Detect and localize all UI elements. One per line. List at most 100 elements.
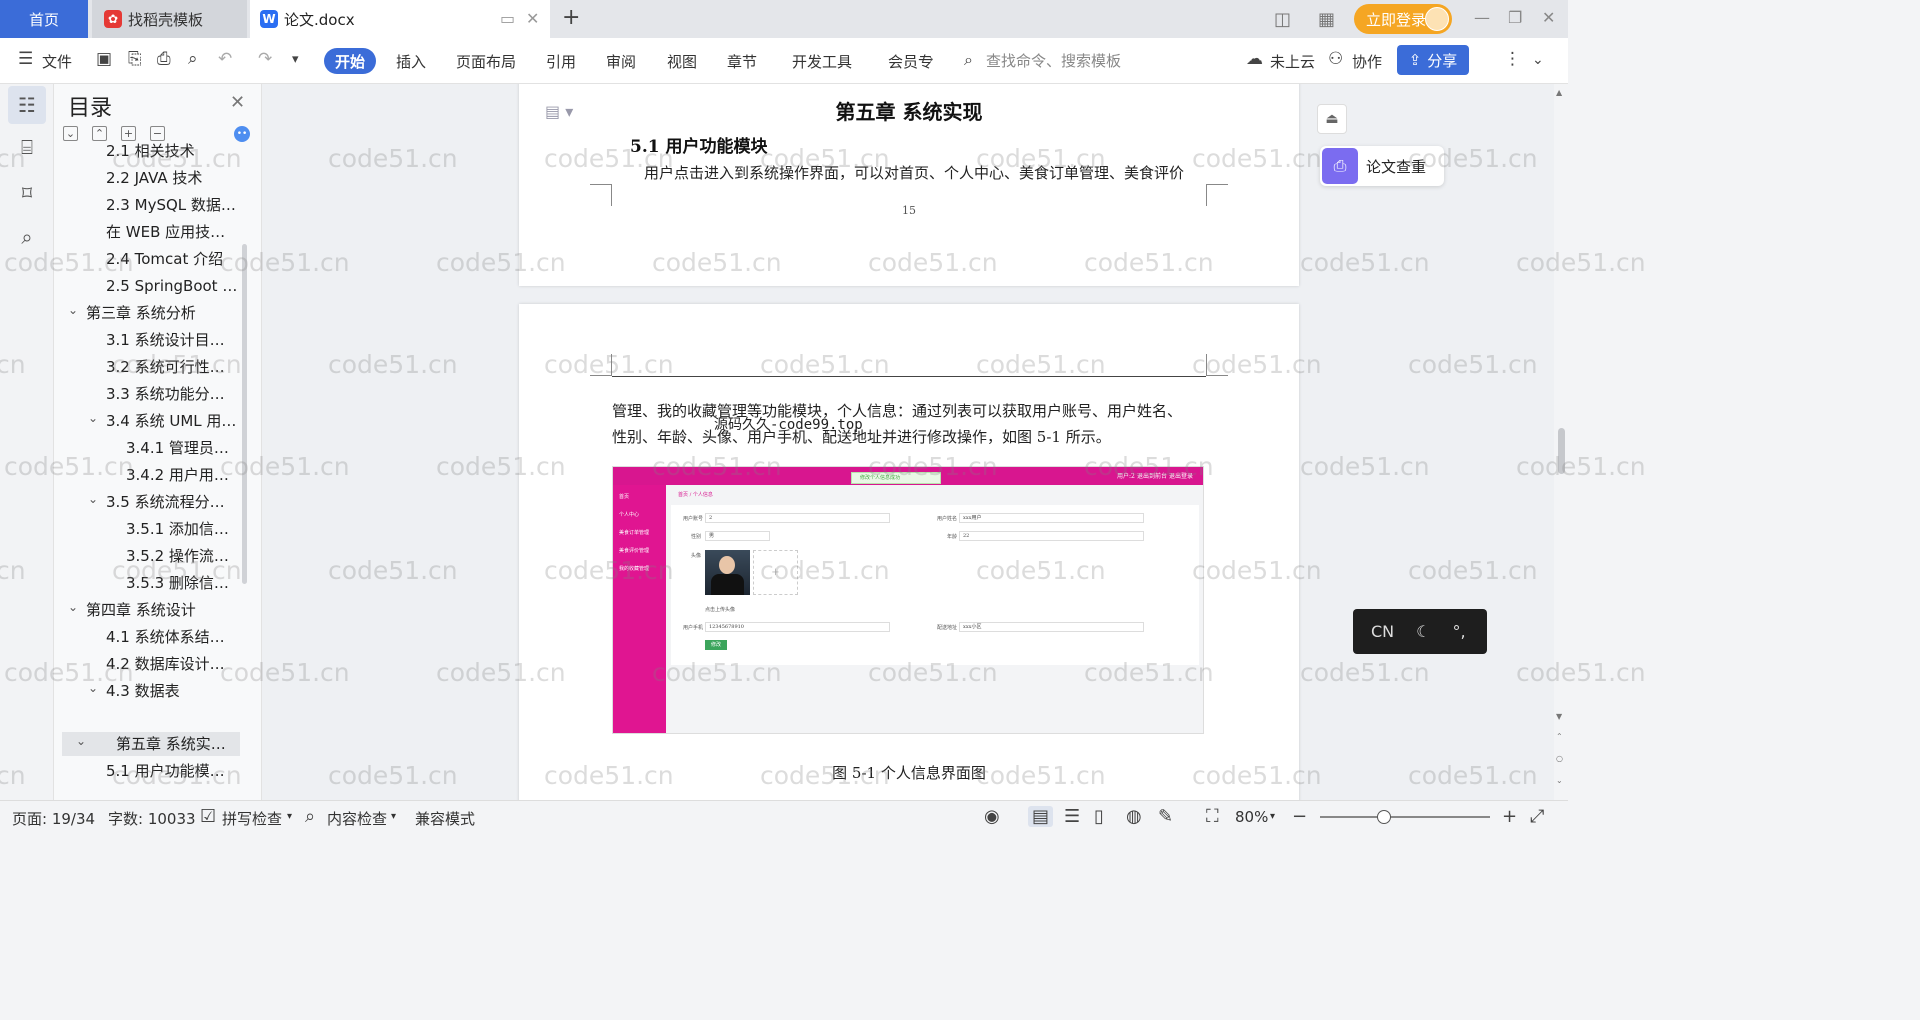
tab-member[interactable]: 会员专: [888, 51, 933, 72]
moon-icon[interactable]: ☾: [1416, 622, 1430, 641]
tab-layout[interactable]: 页面布局: [456, 51, 516, 72]
toc-item[interactable]: 2.2 JAVA 技术: [54, 166, 240, 190]
eye-protect-icon[interactable]: ◉: [984, 806, 1000, 827]
compat-mode[interactable]: 兼容模式: [415, 808, 475, 829]
vertical-scrollbar[interactable]: ▲ ▼ ⌃ ○ ⌄: [1554, 84, 1568, 800]
page-view-icon[interactable]: ▤: [1028, 806, 1054, 827]
read-view-icon[interactable]: ▯: [1094, 806, 1104, 827]
chevron-down-icon[interactable]: ▾: [1270, 811, 1275, 822]
monitor-icon[interactable]: ▭: [500, 9, 515, 28]
toc-item[interactable]: ⌄ 3.5 系统流程分…: [54, 490, 240, 514]
find-icon[interactable]: ⌕: [8, 218, 46, 256]
toc-item[interactable]: 3.4.2 用户用…: [54, 463, 240, 487]
zoom-out-icon[interactable]: −: [1292, 806, 1307, 827]
share-button[interactable]: ⇪ 分享: [1397, 45, 1469, 75]
export-icon[interactable]: ⎘: [128, 49, 142, 69]
tab-insert[interactable]: 插入: [396, 51, 426, 72]
chevron-down-icon[interactable]: ▾: [292, 52, 299, 67]
nav-pane-icon[interactable]: ⌸: [8, 128, 46, 166]
select-browse-icon[interactable]: ○: [1556, 754, 1563, 763]
toc-item[interactable]: 4.1 系统体系结…: [54, 625, 240, 649]
command-search-input[interactable]: 查找命令、搜索模板: [986, 50, 1121, 71]
collab-button[interactable]: 协作: [1352, 51, 1382, 72]
tab-home[interactable]: 首页: [0, 0, 88, 38]
file-menu[interactable]: 文件: [42, 51, 72, 72]
chevron-down-icon[interactable]: ⌄: [76, 729, 88, 753]
save-icon[interactable]: ▣: [96, 49, 112, 69]
toc-item[interactable]: 3.4.1 管理员…: [54, 436, 240, 460]
toc-item[interactable]: ⌄ 4.3 数据表: [54, 679, 240, 703]
plagiarism-check-button[interactable]: ⎙ 论文查重: [1320, 146, 1444, 186]
toc-item[interactable]: 3.3 系统功能分…: [54, 382, 240, 406]
ime-toolbar[interactable]: CN ☾ °,: [1353, 609, 1487, 654]
chevron-down-icon[interactable]: ⌄: [88, 676, 100, 700]
toc-item[interactable]: 3.2 系统可行性…: [54, 355, 240, 379]
toc-item[interactable]: 2.1 相关技术: [54, 139, 240, 163]
next-page-icon[interactable]: ⌄: [1556, 776, 1563, 785]
close-window-icon[interactable]: ✕: [1542, 8, 1555, 27]
tab-references[interactable]: 引用: [546, 51, 576, 72]
redo-icon[interactable]: ↷: [258, 49, 272, 69]
tab-close-icon[interactable]: ✕: [526, 9, 539, 28]
tab-chapter[interactable]: 章节: [727, 51, 757, 72]
scroll-down-icon[interactable]: ▼: [1556, 712, 1562, 721]
chevron-down-icon[interactable]: ▾: [391, 811, 396, 822]
collapse-ribbon-icon[interactable]: ⌄: [1532, 52, 1544, 68]
toc-scrollbar[interactable]: [242, 244, 247, 584]
zoom-slider-knob[interactable]: [1377, 810, 1391, 824]
toc-item[interactable]: ⌄ 第五章 系统实…: [62, 732, 240, 756]
restore-icon[interactable]: ❐: [1508, 8, 1522, 27]
scroll-thumb[interactable]: [1558, 428, 1565, 474]
pen-icon[interactable]: ✎: [1158, 806, 1173, 827]
word-count[interactable]: 字数: 10033: [108, 808, 196, 829]
toc-item[interactable]: 3.5.2 操作流…: [54, 544, 240, 568]
ime-lang[interactable]: CN: [1371, 622, 1394, 641]
punctuation-icon[interactable]: °,: [1452, 622, 1465, 641]
toc-item[interactable]: 5.1 用户功能模…: [54, 759, 240, 783]
print-icon[interactable]: ⎙: [157, 49, 171, 69]
outline-view-icon[interactable]: ☰: [1064, 806, 1080, 827]
chevron-down-icon[interactable]: ⌄: [88, 406, 100, 430]
prev-page-icon[interactable]: ⌃: [1556, 732, 1563, 741]
tab-start[interactable]: 开始: [324, 48, 376, 74]
chevron-down-icon[interactable]: ⌄: [68, 298, 80, 322]
layout-icon[interactable]: ◫: [1274, 9, 1291, 30]
new-tab-icon[interactable]: +: [562, 5, 580, 30]
more-icon[interactable]: ⋮: [1504, 49, 1521, 69]
cloud-status[interactable]: 未上云: [1270, 51, 1315, 72]
grid-icon[interactable]: ▦: [1318, 9, 1335, 30]
undo-icon[interactable]: ↶: [218, 49, 232, 69]
toc-icon[interactable]: ☷: [8, 86, 46, 124]
chevron-down-icon[interactable]: ⌄: [88, 487, 100, 511]
zoom-in-icon[interactable]: +: [1502, 806, 1517, 827]
fullscreen-icon[interactable]: ⤢: [1530, 806, 1544, 827]
toc-item[interactable]: 3.5.3 删除信…: [54, 571, 240, 595]
scroll-top-icon[interactable]: ▲: [1556, 88, 1562, 97]
tab-template[interactable]: ✿ 找稻壳模板: [92, 0, 247, 38]
web-view-icon[interactable]: ◍: [1126, 806, 1142, 827]
toc-item[interactable]: 3.5.1 添加信…: [54, 517, 240, 541]
embedded-screenshot[interactable]: 用户:2 退出到前台 退出登录 修改个人信息成功 首页 个人中心 美食订单管理 …: [612, 466, 1204, 734]
toc-item[interactable]: ⌄ 3.4 系统 UML 用…: [54, 409, 240, 433]
toc-item[interactable]: ⌄ 第四章 系统设计: [54, 598, 240, 622]
toc-item[interactable]: 2.3 MySQL 数据…: [54, 193, 240, 217]
menu-icon[interactable]: ☰: [18, 49, 33, 69]
minimize-icon[interactable]: —: [1474, 8, 1490, 27]
chevron-right-icon[interactable]: ›: [929, 52, 934, 66]
spellcheck-button[interactable]: 拼写检查: [222, 808, 282, 829]
toc-item[interactable]: 在 WEB 应用技…: [54, 220, 240, 244]
chevron-down-icon[interactable]: ⌄: [68, 595, 80, 619]
page-indicator[interactable]: 页面: 19/34: [12, 808, 95, 829]
fit-page-icon[interactable]: ⛶: [1206, 806, 1219, 827]
collapse-panel-icon[interactable]: ⏏: [1317, 104, 1347, 134]
tab-developer[interactable]: 开发工具: [792, 51, 852, 72]
toc-close-icon[interactable]: ✕: [230, 92, 245, 113]
zoom-slider-track[interactable]: [1320, 816, 1490, 818]
toc-item[interactable]: 4.2 数据库设计…: [54, 652, 240, 676]
toc-item[interactable]: 2.5 SpringBoot …: [54, 274, 240, 298]
chevron-down-icon[interactable]: ▾: [287, 811, 292, 822]
tab-document[interactable]: W 论文.docx ▭ ✕: [250, 0, 550, 38]
tab-view[interactable]: 视图: [667, 51, 697, 72]
zoom-level[interactable]: 80%: [1235, 808, 1268, 826]
toc-item[interactable]: 2.4 Tomcat 介绍: [54, 247, 240, 271]
